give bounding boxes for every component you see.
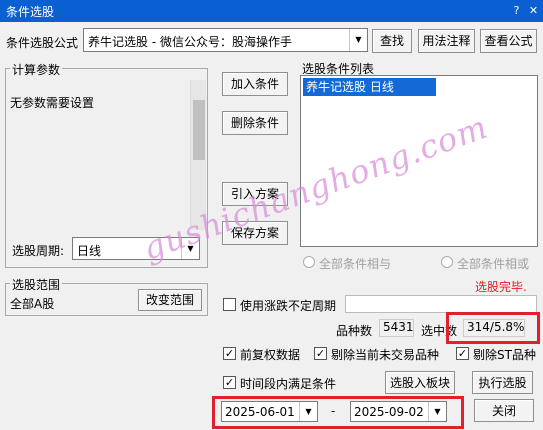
period-select-value: 日线 bbox=[77, 244, 102, 258]
range-group-label: 选股范围 bbox=[10, 276, 63, 293]
close-button[interactable]: 关闭 bbox=[474, 399, 534, 422]
exclude-st-checkbox[interactable]: ✓ bbox=[456, 347, 469, 360]
and-radio-label: 全部条件相与 bbox=[319, 257, 392, 271]
range-value: 全部A股 bbox=[10, 297, 55, 311]
change-range-button[interactable]: 改变范围 bbox=[138, 289, 202, 311]
date-highlight-box bbox=[212, 396, 464, 429]
add-condition-button[interactable]: 加入条件 bbox=[222, 72, 288, 96]
exclude-st-label: 剔除ST品种 bbox=[473, 348, 536, 362]
help-button[interactable]: ? bbox=[508, 2, 525, 19]
adjusted-checkbox[interactable]: ✓ bbox=[223, 347, 236, 360]
usage-notes-button[interactable]: 用法注释 bbox=[418, 29, 475, 53]
status-text: 选股完毕. bbox=[475, 280, 527, 294]
adjusted-label: 前复权数据 bbox=[240, 348, 301, 362]
exclude-untraded-checkbox[interactable]: ✓ bbox=[314, 347, 327, 360]
count-value: 5431 bbox=[379, 319, 414, 337]
window-title: 条件选股 bbox=[6, 5, 55, 19]
chevron-down-icon[interactable]: ▼ bbox=[349, 29, 367, 51]
highlight-box bbox=[446, 312, 540, 344]
condition-list-item[interactable]: 养牛记选股 日线 bbox=[303, 78, 436, 96]
scrollbar-thumb[interactable] bbox=[193, 100, 205, 160]
title-bar: 条件选股 ? ✕ bbox=[0, 0, 543, 22]
close-icon[interactable]: ✕ bbox=[525, 2, 542, 19]
period-label: 选股周期: bbox=[12, 244, 65, 258]
or-radio-label: 全部条件相或 bbox=[457, 257, 530, 271]
view-formula-button[interactable]: 查看公式 bbox=[480, 29, 537, 53]
uncertain-period-label: 使用涨跌不定周期 bbox=[240, 299, 337, 313]
count-label: 品种数 bbox=[336, 324, 373, 338]
formula-label: 条件选股公式 bbox=[6, 36, 79, 50]
exclude-untraded-label: 剔除当前未交易品种 bbox=[331, 348, 440, 362]
find-button[interactable]: 查找 bbox=[372, 29, 412, 53]
formula-select-value: 养牛记选股 - 微信公众号：股海操作手 bbox=[88, 35, 292, 49]
execute-button[interactable]: 执行选股 bbox=[472, 371, 533, 394]
and-radio[interactable] bbox=[303, 256, 315, 268]
delete-condition-button[interactable]: 删除条件 bbox=[222, 111, 288, 135]
params-group-label: 计算参数 bbox=[10, 61, 63, 78]
time-period-label: 时间段内满足条件 bbox=[240, 377, 337, 391]
uncertain-period-checkbox[interactable] bbox=[223, 298, 236, 311]
or-radio[interactable] bbox=[441, 256, 453, 268]
no-params-text: 无参数需要设置 bbox=[10, 96, 95, 110]
time-period-checkbox[interactable]: ✓ bbox=[223, 376, 236, 389]
formula-select[interactable]: 养牛记选股 - 微信公众号：股海操作手 ▼ bbox=[83, 28, 368, 52]
add-to-block-button[interactable]: 选股入板块 bbox=[385, 371, 455, 394]
uncertain-period-input[interactable] bbox=[345, 295, 537, 313]
